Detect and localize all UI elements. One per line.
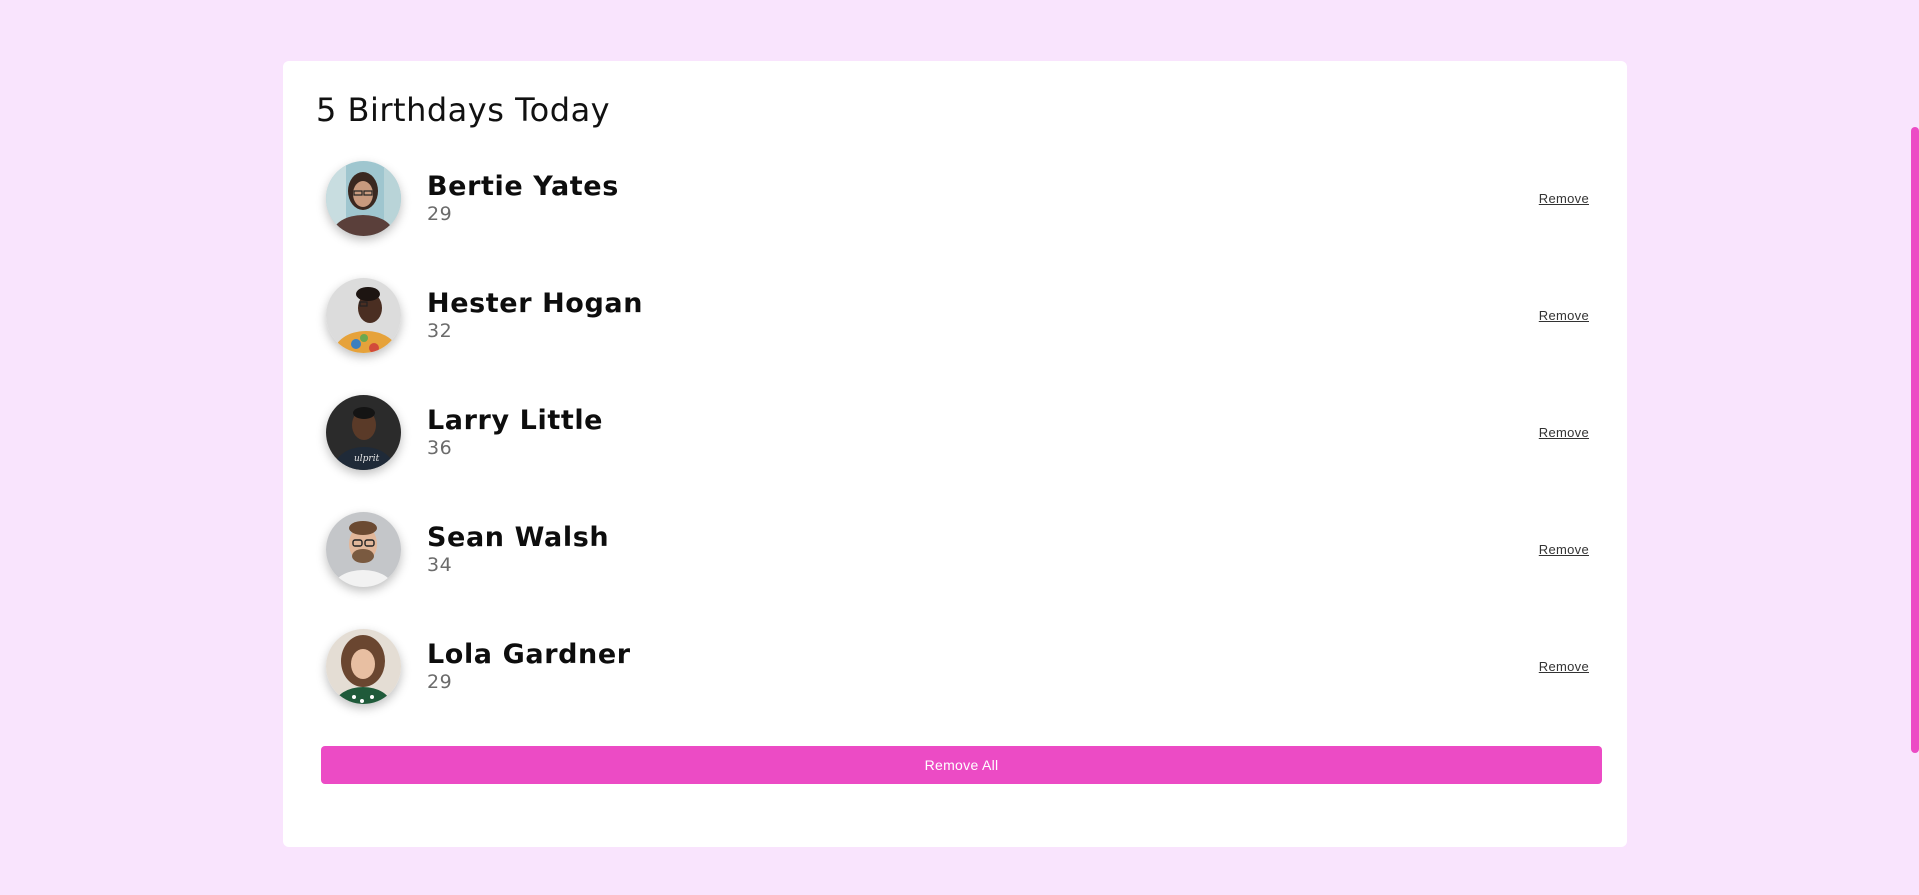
- birthday-card: 5 Birthdays Today Bertie Yates 29 Remove…: [283, 61, 1627, 847]
- person-age: 32: [427, 320, 453, 342]
- svg-text:ulprit: ulprit: [354, 454, 380, 464]
- person-name: Lola Gardner: [427, 639, 631, 670]
- scrollbar-thumb[interactable]: [1911, 127, 1919, 753]
- person-info: Lola Gardner 29: [427, 639, 631, 693]
- avatar: [326, 278, 401, 353]
- person-name: Larry Little: [427, 405, 604, 436]
- woman-floral-photo-icon: [326, 278, 401, 353]
- remove-button[interactable]: Remove: [1539, 191, 1589, 206]
- list-item: Hester Hogan 32 Remove: [283, 278, 1627, 395]
- remove-all-button[interactable]: Remove All: [321, 746, 1602, 784]
- remove-button[interactable]: Remove: [1539, 308, 1589, 323]
- avatar: [326, 629, 401, 704]
- avatar: [326, 161, 401, 236]
- person-age: 36: [427, 437, 453, 459]
- woman-curly-hair-photo-icon: [326, 629, 401, 704]
- remove-button[interactable]: Remove: [1539, 542, 1589, 557]
- page: 5 Birthdays Today Bertie Yates 29 Remove…: [0, 0, 1919, 895]
- person-name: Hester Hogan: [427, 288, 644, 319]
- man-glasses-beard-photo-icon: [326, 512, 401, 587]
- person-age: 29: [427, 671, 453, 693]
- person-info: Hester Hogan 32: [427, 288, 643, 342]
- person-age: 34: [427, 554, 453, 576]
- remove-button[interactable]: Remove: [1539, 659, 1589, 674]
- list-item: Lola Gardner 29 Remove: [283, 629, 1627, 746]
- woman-glasses-photo-icon: [326, 161, 401, 236]
- avatar: [326, 512, 401, 587]
- person-info: Larry Little 36: [427, 405, 603, 459]
- person-name: Bertie Yates: [427, 171, 619, 202]
- person-age: 29: [427, 203, 453, 225]
- list-item: ulprit Larry Little 36 Remove: [283, 395, 1627, 512]
- page-title: 5 Birthdays Today: [316, 91, 611, 129]
- person-info: Bertie Yates 29: [427, 171, 619, 225]
- person-info: Sean Walsh 34: [427, 522, 609, 576]
- man-dark-shirt-photo-icon: ulprit: [326, 395, 401, 470]
- person-name: Sean Walsh: [427, 522, 610, 553]
- person-list: Bertie Yates 29 Remove Hester Hogan 32 R…: [283, 161, 1627, 746]
- avatar: ulprit: [326, 395, 401, 470]
- remove-button[interactable]: Remove: [1539, 425, 1589, 440]
- list-item: Sean Walsh 34 Remove: [283, 512, 1627, 629]
- list-item: Bertie Yates 29 Remove: [283, 161, 1627, 278]
